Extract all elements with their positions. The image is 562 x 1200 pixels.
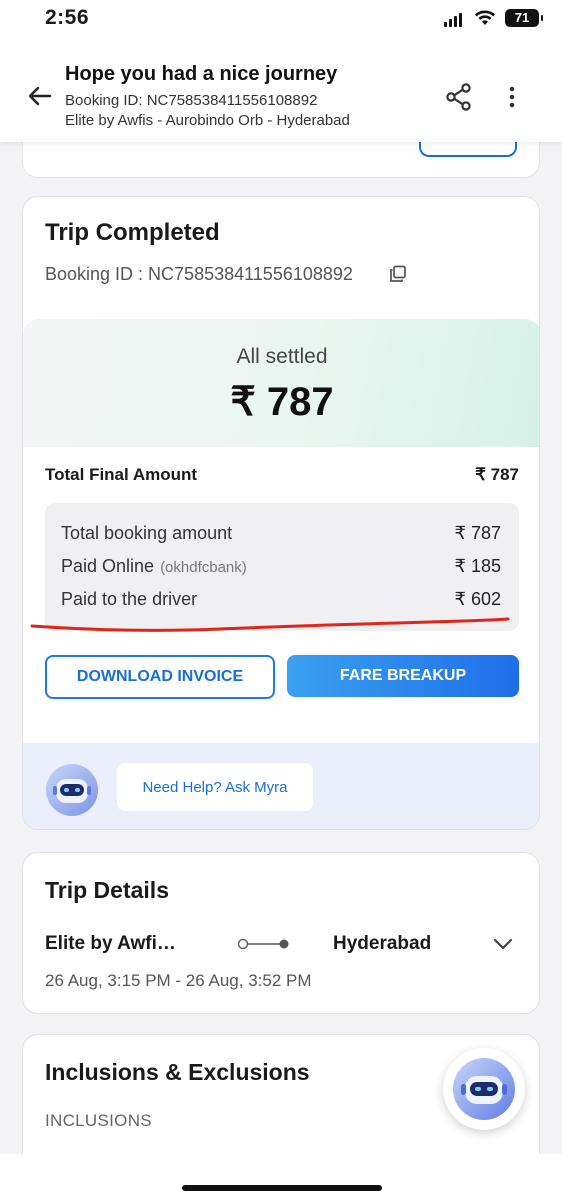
back-arrow-icon[interactable] <box>26 84 54 108</box>
myra-bot-icon[interactable] <box>45 763 99 817</box>
trip-completed-card: Trip Completed Booking ID : NC7585384115… <box>22 196 540 830</box>
route-connector-icon <box>237 938 289 950</box>
breakdown-value: ₹ 185 <box>454 556 502 576</box>
breakdown-label: Paid to the driver <box>61 589 198 609</box>
app-header: Hope you had a nice journey Booking ID: … <box>0 40 562 142</box>
trip-time-range: 26 Aug, 3:15 PM - 26 Aug, 3:52 PM <box>45 971 312 990</box>
help-section: Need Help? Ask Myra <box>23 743 539 829</box>
payment-method: (okhdfcbank) <box>160 559 247 576</box>
share-icon[interactable] <box>444 82 474 112</box>
cellular-signal-icon <box>444 13 464 27</box>
settled-amount: ₹ 787 <box>230 380 334 424</box>
bottom-bar <box>0 1154 562 1200</box>
header-booking-id: Booking ID: NC758538411556108892 <box>65 92 318 109</box>
copy-icon[interactable] <box>389 265 407 283</box>
breakdown-value: ₹ 602 <box>454 589 502 609</box>
trip-details-title: Trip Details <box>45 877 169 903</box>
trip-completed-title: Trip Completed <box>45 219 220 246</box>
breakdown-value: ₹ 787 <box>454 523 502 543</box>
breakdown-row: Total booking amount ₹ 787 <box>61 523 501 544</box>
header-location: Elite by Awfis - Aurobindo Orb - Hyderab… <box>65 112 350 129</box>
status-time: 2:56 <box>45 6 90 29</box>
settled-label: All settled <box>236 345 328 368</box>
battery-icon: 71 <box>505 9 543 27</box>
pickup-location: Elite by Awfi… <box>45 933 176 954</box>
page-title: Hope you had a nice journey <box>65 63 338 85</box>
breakdown-row: Paid to the driver ₹ 602 <box>61 589 501 610</box>
inclusions-subtitle: INCLUSIONS <box>45 1111 152 1130</box>
total-label: Total Final Amount <box>45 465 198 484</box>
fare-breakup-button[interactable]: FARE BREAKUP <box>287 655 519 697</box>
breakdown-label: Paid Online <box>61 556 155 576</box>
settled-summary: All settled ₹ 787 <box>23 319 539 447</box>
total-final-amount-row: Total Final Amount ₹ 787 <box>45 465 519 485</box>
status-bar: 2:56 71 <box>0 0 562 40</box>
robot-icon <box>453 1058 515 1120</box>
inclusions-title: Inclusions & Exclusions <box>45 1059 310 1085</box>
annotation-underline <box>30 617 510 632</box>
breakdown-label: Total booking amount <box>61 523 233 543</box>
total-value: ₹ 787 <box>475 465 519 484</box>
booking-id: Booking ID : NC758538411556108892 <box>45 264 353 284</box>
ask-myra-button[interactable]: Need Help? Ask Myra <box>117 763 313 811</box>
breakdown-row: Paid Online (okhdfcbank) ₹ 185 <box>61 556 501 577</box>
home-indicator[interactable] <box>182 1185 382 1191</box>
wifi-icon <box>475 10 495 25</box>
trip-details-card[interactable]: Trip Details Elite by Awfi… Hyderabad 26… <box>22 852 540 1014</box>
more-options-icon[interactable] <box>500 84 524 110</box>
drop-location: Hyderabad <box>333 933 432 954</box>
chevron-down-icon[interactable] <box>493 937 513 951</box>
download-invoice-button[interactable]: DOWNLOAD INVOICE <box>45 655 275 699</box>
floating-assistant-button[interactable] <box>443 1048 525 1130</box>
